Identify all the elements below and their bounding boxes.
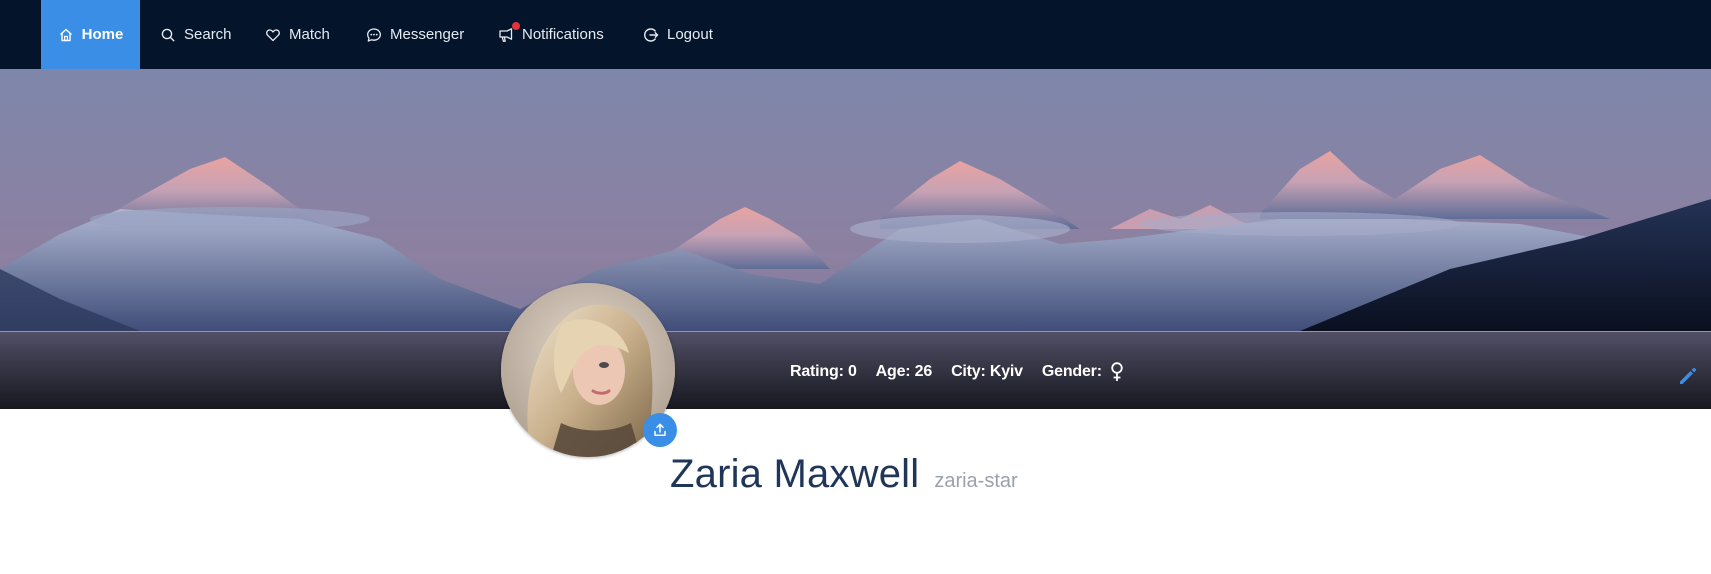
top-navbar: Home Search Match Messenger Notification… — [0, 0, 1711, 69]
nav-notifications[interactable]: Notifications — [498, 0, 604, 69]
city-stat: City: Kyiv — [951, 363, 1023, 380]
logout-icon — [643, 27, 659, 43]
profile-stats: Rating: 0 Age: 26 City: Kyiv Gender: — [790, 362, 1124, 382]
nav-notifications-label: Notifications — [522, 26, 604, 43]
nav-logout-label: Logout — [667, 26, 713, 43]
nav-logout[interactable]: Logout — [643, 0, 713, 69]
chat-icon — [366, 27, 382, 43]
nav-match-label: Match — [289, 26, 330, 43]
nav-messenger[interactable]: Messenger — [366, 0, 464, 69]
gender-stat: Gender: — [1042, 362, 1124, 382]
nav-home-label: Home — [81, 26, 124, 43]
nav-search-label: Search — [184, 26, 232, 43]
age-stat: Age: 26 — [875, 363, 933, 380]
heart-icon — [265, 27, 281, 43]
nav-messenger-label: Messenger — [390, 26, 465, 43]
upload-avatar-button[interactable] — [643, 413, 677, 447]
cover-banner: Rating: 0 Age: 26 City: Kyiv Gender: — [0, 69, 1711, 409]
rating-stat: Rating: 0 — [790, 363, 857, 380]
notification-icon — [498, 21, 520, 43]
home-icon — [58, 27, 74, 43]
search-icon — [160, 27, 176, 43]
profile-username: zaria-star — [934, 470, 1018, 492]
nav-search[interactable]: Search — [160, 0, 232, 69]
profile-full-name: Zaria Maxwell — [670, 452, 920, 496]
nav-home[interactable]: Home — [41, 0, 140, 69]
notification-badge — [512, 21, 520, 30]
profile-name-row: Zaria Maxwell zaria-star — [670, 452, 1018, 497]
gender-label: Gender: — [1041, 363, 1102, 380]
nav-match[interactable]: Match — [265, 0, 330, 69]
edit-profile-icon[interactable] — [1677, 365, 1699, 387]
female-symbol-icon — [1111, 362, 1123, 381]
upload-icon — [654, 423, 666, 436]
